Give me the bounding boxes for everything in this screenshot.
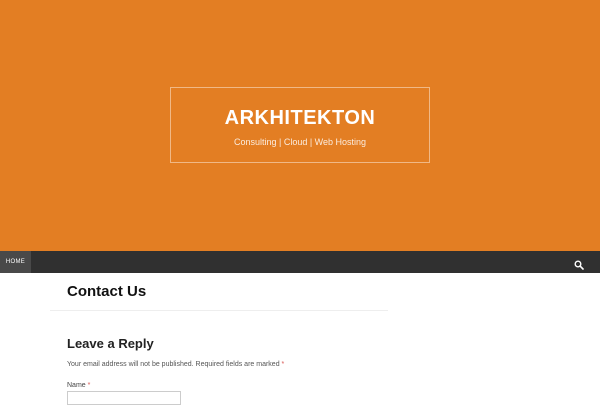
- site-header: ARKHITEKTON Consulting | Cloud | Web Hos…: [0, 0, 600, 251]
- nav-item-home[interactable]: HOME: [0, 251, 31, 273]
- site-description: Consulting | Cloud | Web Hosting: [233, 137, 367, 147]
- name-label-text: Name: [67, 382, 86, 389]
- name-field-label: Name *: [67, 382, 90, 389]
- comment-form-title: Leave a Reply: [67, 336, 154, 351]
- comment-notes-text: Your email address will not be published…: [67, 361, 280, 368]
- required-marker: *: [281, 361, 285, 368]
- site-branding: ARKHITEKTON Consulting | Cloud | Web Hos…: [170, 87, 430, 163]
- comment-notes: Your email address will not be published…: [67, 361, 284, 368]
- site-title[interactable]: ARKHITEKTON: [171, 107, 429, 130]
- main-navigation: HOME: [0, 251, 600, 273]
- search-icon[interactable]: [574, 257, 584, 270]
- page-title: Contact Us: [67, 283, 147, 300]
- name-required-marker: *: [87, 382, 91, 389]
- title-divider: [50, 310, 388, 311]
- name-input[interactable]: [67, 391, 181, 405]
